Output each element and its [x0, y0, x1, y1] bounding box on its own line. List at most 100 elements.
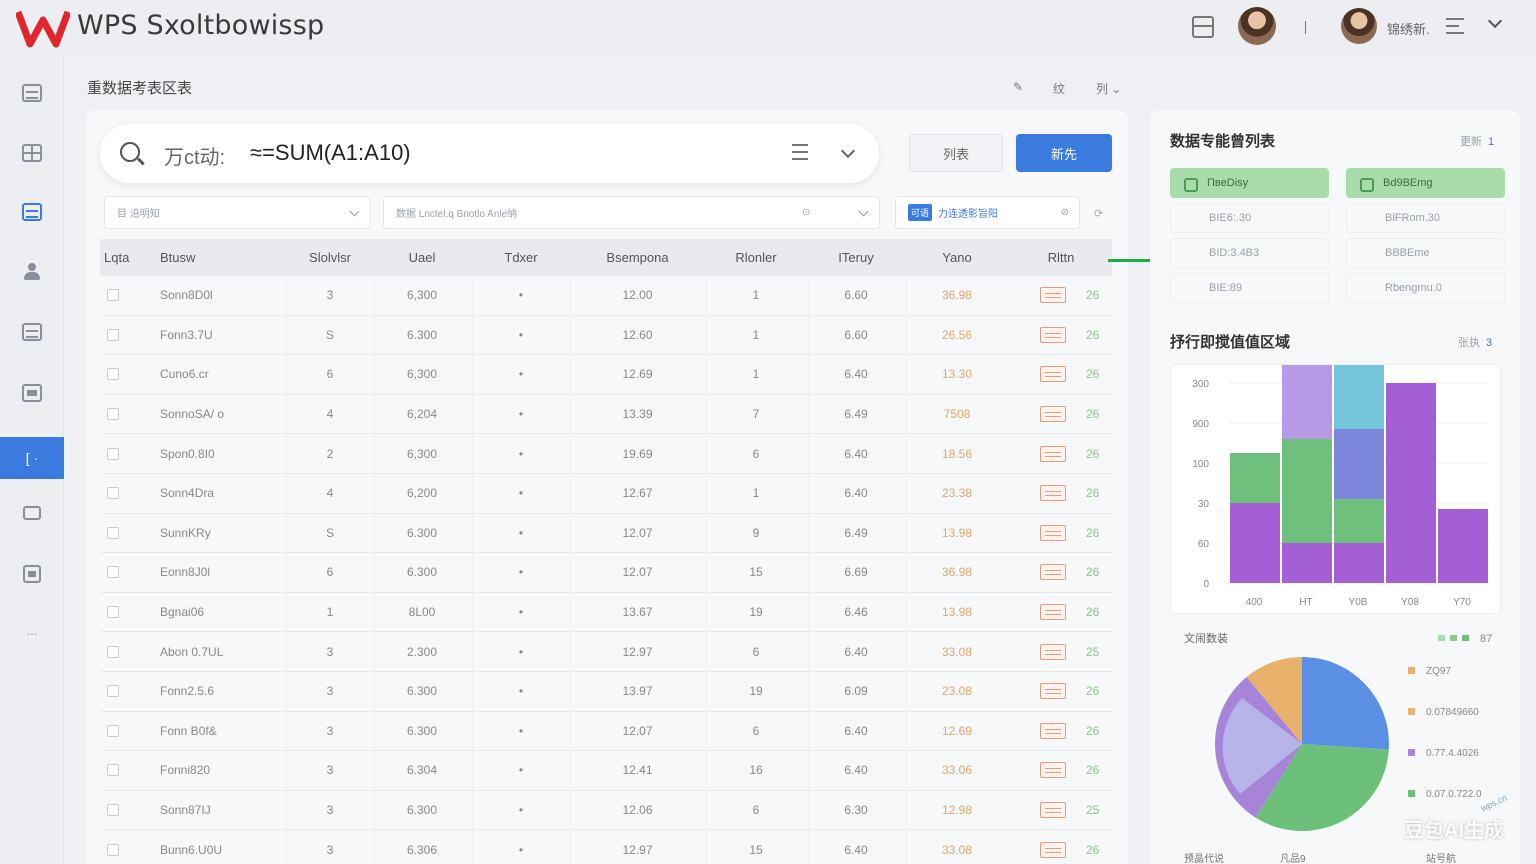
user-name[interactable]: 锦绣新.: [1387, 19, 1430, 38]
column-header[interactable]: Yano: [906, 239, 1008, 276]
row-checkbox[interactable]: [107, 804, 119, 817]
panel-item[interactable]: BIE:89: [1170, 273, 1329, 303]
table-row[interactable]: SunnKRy S 6.300 • 12.07 9 6.49 13.98 26: [100, 514, 1112, 554]
row-checkbox[interactable]: [107, 487, 119, 500]
row-checkbox[interactable]: [107, 843, 119, 856]
layout-icon[interactable]: [1192, 16, 1214, 38]
column-header[interactable]: Slolvlsr: [286, 239, 374, 276]
nav-table[interactable]: [0, 191, 64, 233]
tool-action-2[interactable]: 列 ⌄: [1096, 80, 1121, 97]
column-header[interactable]: Lqta: [104, 239, 140, 276]
row-badge-icon[interactable]: [1040, 445, 1066, 462]
bar-segment[interactable]: [1386, 383, 1436, 583]
row-checkbox[interactable]: [107, 368, 119, 381]
list-icon[interactable]: [792, 144, 808, 160]
column-header[interactable]: Uael: [374, 239, 470, 276]
filter-select-2[interactable]: 数据 Lnctel.q Bnotlo Anle纳 ⊙: [383, 196, 880, 229]
nav-tag[interactable]: [0, 492, 64, 534]
nav-database[interactable]: [0, 72, 64, 114]
bar-segment[interactable]: [1334, 543, 1384, 583]
table-row[interactable]: Cuno6.cr 6 6,300 • 12.69 1 6.40 13.30 26: [100, 355, 1112, 395]
new-button[interactable]: 新先: [1016, 134, 1112, 172]
row-checkbox[interactable]: [107, 408, 119, 421]
panel-item[interactable]: BBBEme: [1346, 238, 1505, 268]
row-badge-icon[interactable]: [1040, 524, 1066, 541]
row-checkbox[interactable]: [107, 526, 119, 539]
row-badge-icon[interactable]: [1040, 604, 1066, 621]
filter-select-1[interactable]: 目 沿明知: [104, 196, 371, 229]
nav-function[interactable]: [ ·: [0, 437, 64, 479]
bar-segment[interactable]: [1438, 509, 1488, 583]
bar-segment[interactable]: [1230, 503, 1280, 583]
table-row[interactable]: Sonn8D0l 3 6,300 • 12.00 1 6.60 36.98 26: [100, 276, 1112, 316]
row-badge-icon[interactable]: [1040, 366, 1066, 383]
bar-segment[interactable]: [1282, 363, 1332, 439]
nav-more[interactable]: ...: [0, 610, 64, 652]
table-row[interactable]: Sonn4Dra 4 6,200 • 12.67 1 6.40 23.38 26: [100, 474, 1112, 514]
table-row[interactable]: Fonn3.7U S 6.300 • 12.60 1 6.60 26.56 26: [100, 316, 1112, 356]
row-checkbox[interactable]: [107, 764, 119, 777]
row-checkbox[interactable]: [107, 566, 119, 579]
row-badge-icon[interactable]: [1040, 722, 1066, 739]
table-row[interactable]: Spon0.8I0 2 6,300 • 19.69 6 6.40 18.56 26: [100, 434, 1112, 474]
refresh-icon[interactable]: ⟳: [1094, 207, 1103, 220]
menu-icon[interactable]: [1446, 18, 1464, 34]
table-row[interactable]: Bgnai06 1 8L00 • 13.67 19 6.46 13.98 26: [100, 593, 1112, 633]
row-badge-icon[interactable]: [1040, 643, 1066, 660]
row-checkbox[interactable]: [107, 606, 119, 619]
bar-segment[interactable]: [1230, 453, 1280, 503]
column-header[interactable]: Bsempona: [570, 239, 705, 276]
list-panel-link[interactable]: 更新 1: [1460, 133, 1494, 149]
chart-panel-link[interactable]: 张执 3: [1458, 334, 1492, 350]
row-checkbox[interactable]: [107, 685, 119, 698]
row-badge-icon[interactable]: [1040, 326, 1066, 343]
table-row[interactable]: Fonn B0f& 3 6.300 • 12.07 6 6.40 12.69 26: [100, 712, 1112, 752]
column-header[interactable]: Btusw: [160, 239, 280, 276]
table-row[interactable]: Eonn8J0l 6 6.300 • 12.07 15 6.69 36.98 26: [100, 553, 1112, 593]
row-badge-icon[interactable]: [1040, 683, 1066, 700]
row-badge-icon[interactable]: [1040, 406, 1066, 423]
row-checkbox[interactable]: [107, 447, 119, 460]
row-checkbox[interactable]: [107, 289, 119, 302]
table-row[interactable]: Fonni820 3 6.304 • 12.41 16 6.40 33.06 26: [100, 751, 1112, 791]
table-row[interactable]: SonnoSA/ o 4 6,204 • 13.39 7 6.49 7508 26: [100, 395, 1112, 435]
table-row[interactable]: Abon 0.7UL 3 2.300 • 12.97 6 6.40 33.08 25: [100, 632, 1112, 672]
panel-item[interactable]: BiFRom.30: [1346, 203, 1505, 233]
formula-input[interactable]: ≈=SUM(A1:A10): [250, 140, 411, 166]
bar-segment[interactable]: [1282, 543, 1332, 583]
bar-segment[interactable]: [1334, 499, 1384, 543]
row-badge-icon[interactable]: [1040, 485, 1066, 502]
panel-item[interactable]: BID:3.4B3: [1170, 238, 1329, 268]
row-badge-icon[interactable]: [1040, 841, 1066, 858]
tool-action-1[interactable]: 纹: [1053, 80, 1065, 97]
panel-item[interactable]: BIE6:.30: [1170, 203, 1329, 233]
row-checkbox[interactable]: [107, 328, 119, 341]
row-badge-icon[interactable]: [1040, 287, 1066, 304]
row-checkbox[interactable]: [107, 724, 119, 737]
filter-tag-input[interactable]: 可语 力连透影旨阳 ⊘: [895, 196, 1080, 229]
clear-icon[interactable]: ⊘: [1061, 207, 1069, 218]
chevron-down-icon[interactable]: [840, 143, 856, 159]
bar-segment[interactable]: [1282, 439, 1332, 543]
formula-search-bar[interactable]: 万ct动: ≈=SUM(A1:A10): [100, 124, 879, 183]
row-checkbox[interactable]: [107, 645, 119, 658]
table-row[interactable]: Fonn2.5.6 3 6.300 • 13.97 19 6.09 23.08 26: [100, 672, 1112, 712]
column-header[interactable]: Tdxer: [472, 239, 570, 276]
nav-tray[interactable]: [0, 372, 64, 414]
table-row[interactable]: Bunn6.U0U 3 6.306 • 12.97 15 6.40 33.08 26: [100, 830, 1112, 864]
row-badge-icon[interactable]: [1040, 762, 1066, 779]
bar-segment[interactable]: [1334, 329, 1384, 429]
list-button[interactable]: 列表: [909, 134, 1003, 172]
avatar[interactable]: [1238, 7, 1276, 45]
column-header[interactable]: ITeruy: [808, 239, 904, 276]
nav-users[interactable]: [0, 251, 64, 293]
nav-list[interactable]: [0, 311, 64, 353]
panel-item-active[interactable]: ПвеDisy: [1170, 168, 1329, 198]
panel-item[interactable]: Rbengmu.0: [1346, 273, 1505, 303]
panel-item-active[interactable]: Bd9BEmg: [1346, 168, 1505, 198]
edit-icon[interactable]: ✎: [1013, 80, 1023, 94]
chevron-down-icon[interactable]: [1487, 13, 1503, 29]
row-badge-icon[interactable]: [1040, 564, 1066, 581]
bar-segment[interactable]: [1334, 429, 1384, 499]
column-header[interactable]: Rlttn: [1010, 239, 1112, 276]
